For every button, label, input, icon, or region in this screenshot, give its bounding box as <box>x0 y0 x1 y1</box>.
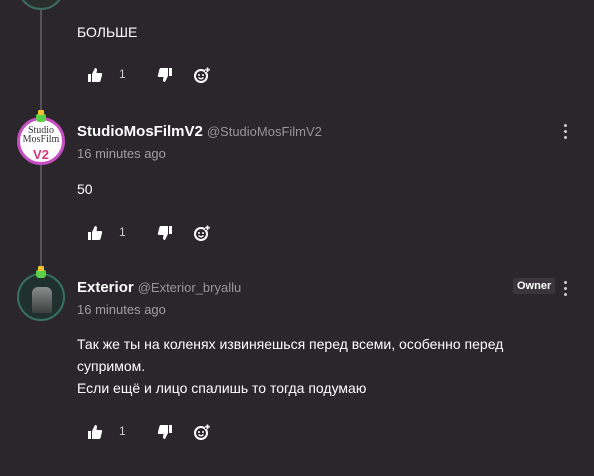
comment-text-line: Если ещё и лицо спалишь то тогда подумаю <box>77 380 367 396</box>
more-vertical-icon[interactable] <box>562 124 570 140</box>
more-vertical-icon[interactable] <box>562 281 570 297</box>
comments-section: БОЛЬШЕ 1 Studio MosFilm V2 StudioMosFilm… <box>0 0 594 476</box>
like-count: 1 <box>119 424 126 438</box>
author-name[interactable]: StudioMosFilmV2 @StudioMosFilmV2 <box>77 123 322 140</box>
like-count: 1 <box>119 225 126 239</box>
emoji-add-icon[interactable] <box>194 67 210 83</box>
timestamp: 16 minutes ago <box>77 302 166 317</box>
thumbs-down-icon[interactable] <box>157 225 173 241</box>
comment-text-line: Так же ты на коленях извиняешься перед в… <box>77 336 504 352</box>
comment-text: БОЛЬШЕ <box>77 24 138 40</box>
comment-text-line: супримом. <box>77 358 146 374</box>
emoji-add-icon[interactable] <box>194 225 210 241</box>
avatar-logo-text: Studio MosFilm <box>22 125 60 145</box>
avatar-partial[interactable] <box>17 0 65 10</box>
owner-badge: Owner <box>513 278 556 294</box>
like-count: 1 <box>119 67 126 81</box>
avatar[interactable] <box>17 273 65 321</box>
thumbs-down-icon[interactable] <box>157 424 173 440</box>
avatar-logo-v2: V2 <box>33 147 49 162</box>
timestamp: 16 minutes ago <box>77 146 166 161</box>
crown-icon <box>36 266 46 278</box>
thumbs-down-icon[interactable] <box>157 67 173 83</box>
comment-text: 50 <box>77 181 93 197</box>
author-name[interactable]: Exterior @Exterior_bryallu <box>77 279 241 296</box>
emoji-add-icon[interactable] <box>194 424 210 440</box>
thumbs-up-icon[interactable] <box>87 67 103 83</box>
crown-icon <box>36 110 46 122</box>
author-handle: @Exterior_bryallu <box>137 280 242 295</box>
thumbs-up-icon[interactable] <box>87 424 103 440</box>
avatar[interactable]: Studio MosFilm V2 <box>17 117 65 165</box>
comment-text: Так же ты на коленях извиняешься перед в… <box>77 333 503 399</box>
author-handle: @StudioMosFilmV2 <box>206 124 322 139</box>
thumbs-up-icon[interactable] <box>87 225 103 241</box>
